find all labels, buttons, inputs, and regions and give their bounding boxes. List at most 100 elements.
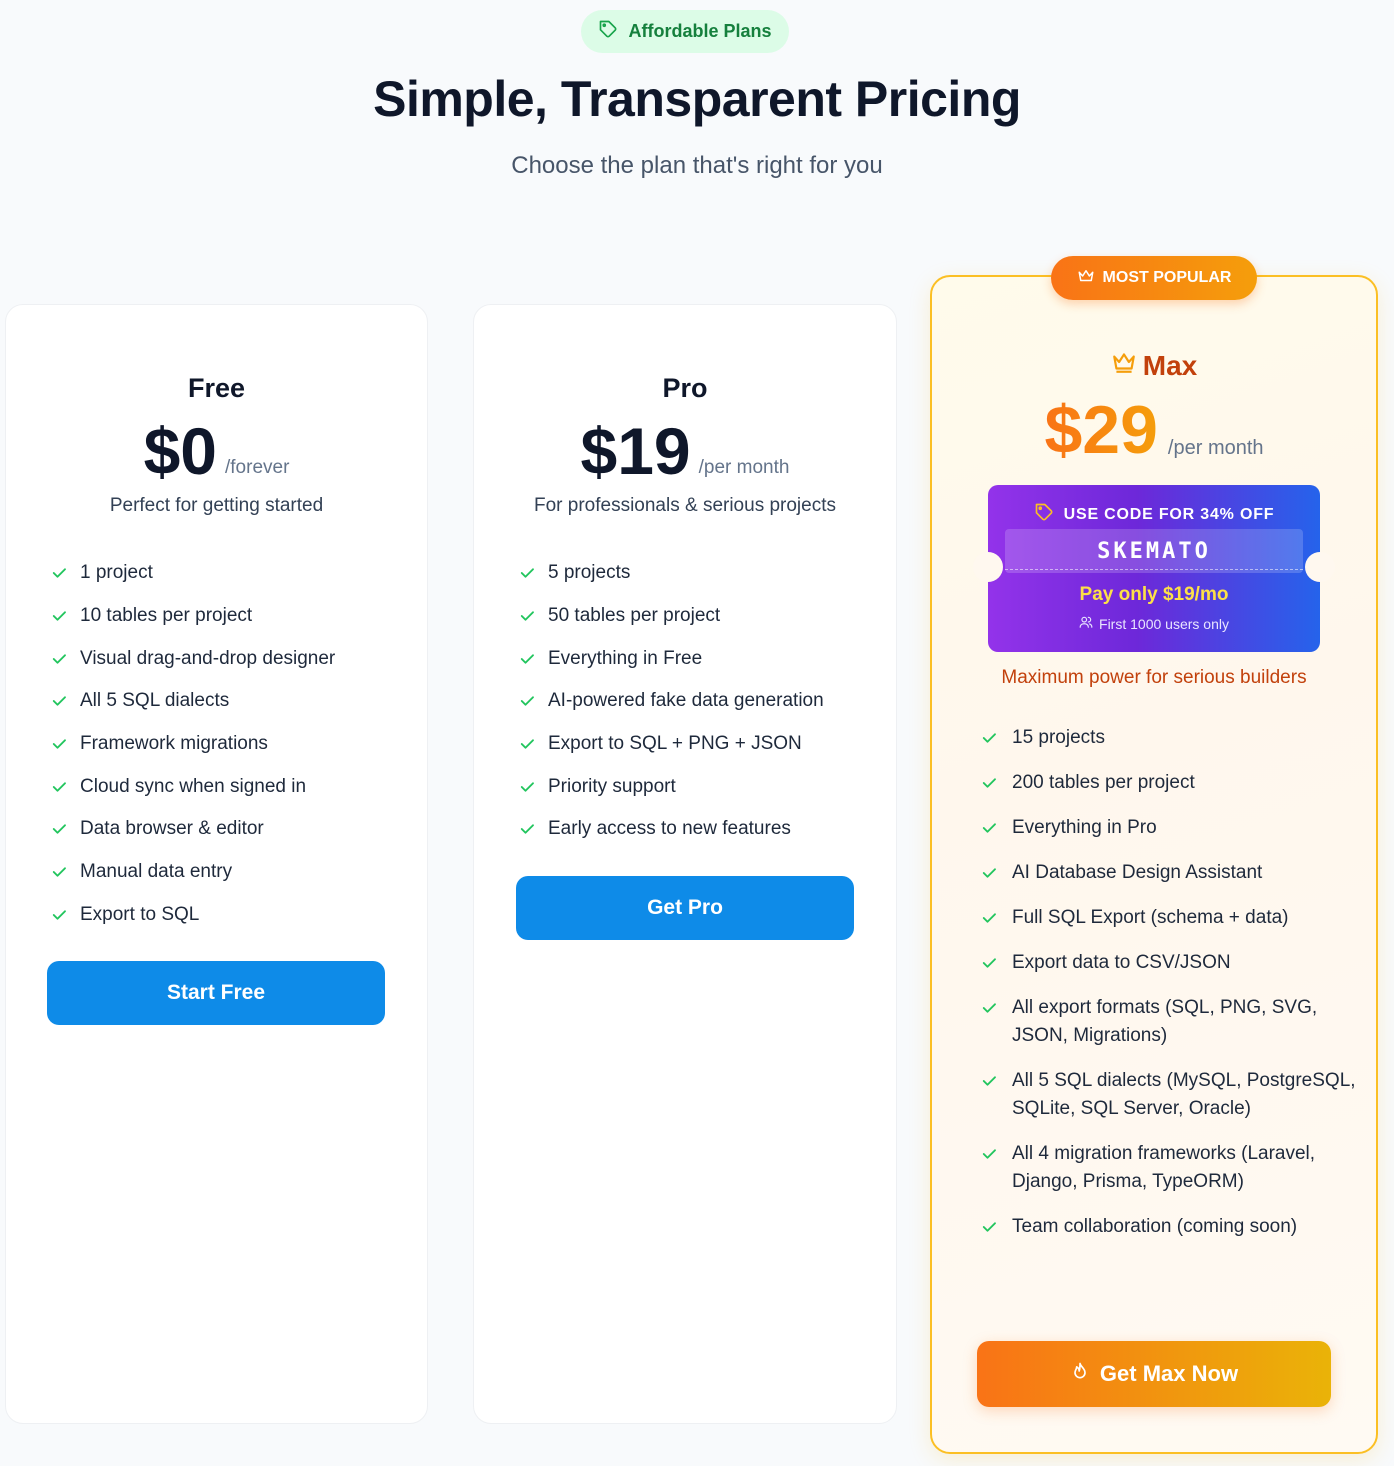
page-title: Simple, Transparent Pricing xyxy=(373,71,1021,127)
page-subtitle: Choose the plan that's right for you xyxy=(511,152,883,179)
check-icon xyxy=(982,1222,996,1232)
get-max-now-button[interactable]: Get Max Now xyxy=(977,1341,1331,1407)
plan-price: $0 xyxy=(143,414,217,488)
plan-name: Free xyxy=(187,373,246,403)
coupon-notch xyxy=(973,552,1003,582)
affordable-plans-badge: Affordable Plans xyxy=(581,10,789,53)
feature-item: 5 projects xyxy=(518,552,876,595)
plan-description: Perfect for getting started xyxy=(109,495,324,516)
plan-description: For professionals & serious projects xyxy=(533,495,836,516)
feature-text: 200 tables per project xyxy=(1012,772,1195,793)
check-icon xyxy=(52,696,66,707)
crown-icon xyxy=(1111,349,1137,382)
feature-text: Team collaboration (coming soon) xyxy=(1012,1216,1298,1237)
check-icon xyxy=(52,654,66,664)
feature-item: Team collaboration (coming soon) xyxy=(980,1213,1358,1241)
feature-item: Everything in Free xyxy=(518,637,876,680)
coupon-headline-row: USE CODE FOR 34% OFF xyxy=(988,502,1320,527)
feature-text: AI Database Design Assistant xyxy=(1012,862,1263,883)
feature-text: Priority support xyxy=(548,775,676,797)
check-icon xyxy=(982,1076,996,1086)
plan-name: Pro xyxy=(662,373,708,403)
feature-text: AI-powered fake data generation xyxy=(548,690,824,712)
feature-text: 15 projects xyxy=(1012,727,1105,748)
feature-text: Manual data entry xyxy=(80,861,233,883)
check-icon xyxy=(520,568,534,579)
feature-text: Export to SQL xyxy=(80,903,200,925)
feature-item: Priority support xyxy=(518,765,876,808)
plan-price: $29 xyxy=(1044,392,1158,468)
feature-text: All 5 SQL dialects (MySQL, PostgreSQL, S… xyxy=(1012,1070,1356,1119)
feature-list: 5 projects 50 tables per project Everyth… xyxy=(518,552,876,851)
feature-item: AI Database Design Assistant xyxy=(980,859,1358,887)
feature-text: Export data to CSV/JSON xyxy=(1012,952,1231,973)
get-pro-button[interactable]: Get Pro xyxy=(516,876,854,940)
coupon-note-row: First 1000 users only xyxy=(988,615,1320,632)
feature-item: Everything in Pro xyxy=(980,814,1358,842)
check-icon xyxy=(52,739,66,749)
most-popular-badge: MOST POPULAR xyxy=(1051,256,1257,300)
plan-name-row: Max xyxy=(932,349,1376,382)
feature-item: All export formats (SQL, PNG, SVG, JSON,… xyxy=(980,994,1358,1050)
plan-period: /per month xyxy=(1167,437,1264,459)
plan-period: /per month xyxy=(698,457,790,478)
feature-text: All 4 migration frameworks (Laravel, Dja… xyxy=(1012,1143,1316,1192)
feature-text: Everything in Free xyxy=(548,647,703,669)
feature-text: Visual drag-and-drop designer xyxy=(80,647,336,669)
get-max-now-label: Get Max Now xyxy=(1099,1361,1239,1386)
check-icon xyxy=(520,611,534,621)
badge-label: Affordable Plans xyxy=(628,21,772,41)
feature-text: Data browser & editor xyxy=(80,818,264,840)
feature-text: All 5 SQL dialects xyxy=(80,690,230,712)
check-icon xyxy=(982,733,996,743)
crown-icon xyxy=(1077,267,1095,290)
price-row: $0 /forever xyxy=(6,413,427,489)
coupon-code[interactable]: SKEMATO xyxy=(1005,529,1303,573)
feature-item: All 4 migration frameworks (Laravel, Dja… xyxy=(980,1140,1358,1196)
price-row: $19 /per month xyxy=(474,413,896,489)
check-icon xyxy=(52,782,66,792)
plan-name: Max xyxy=(1142,349,1198,381)
plan-price: $19 xyxy=(580,414,691,488)
feature-text: Everything in Pro xyxy=(1012,817,1157,838)
feature-item: All 5 SQL dialects xyxy=(50,680,407,723)
feature-item: Export to SQL + PNG + JSON xyxy=(518,723,876,766)
check-icon xyxy=(982,913,996,923)
feature-item: AI-powered fake data generation xyxy=(518,680,876,723)
feature-item: Data browser & editor xyxy=(50,808,407,851)
feature-item: Early access to new features xyxy=(518,808,876,851)
feature-item: Cloud sync when signed in xyxy=(50,765,407,808)
coupon-notch xyxy=(1305,552,1335,582)
check-icon xyxy=(520,739,534,749)
feature-text: 10 tables per project xyxy=(80,605,253,627)
feature-item: 10 tables per project xyxy=(50,595,407,638)
feature-item: Export to SQL xyxy=(50,894,407,937)
feature-text: 5 projects xyxy=(548,562,631,584)
check-icon xyxy=(52,824,66,835)
coupon-divider xyxy=(1005,569,1303,570)
plan-period: /forever xyxy=(225,457,290,478)
check-icon xyxy=(982,1003,996,1013)
feature-item: Export data to CSV/JSON xyxy=(980,949,1358,977)
check-icon xyxy=(520,654,534,664)
check-icon xyxy=(520,696,534,707)
check-icon xyxy=(982,823,996,833)
check-icon xyxy=(520,824,534,835)
plan-description: Maximum power for serious builders xyxy=(1001,667,1307,688)
feature-item: Framework migrations xyxy=(50,723,407,766)
check-icon xyxy=(520,782,534,792)
price-row: $29 /per month xyxy=(932,392,1376,468)
feature-text: All export formats (SQL, PNG, SVG, JSON,… xyxy=(1012,997,1318,1046)
check-icon xyxy=(52,611,66,621)
start-free-button[interactable]: Start Free xyxy=(47,961,385,1025)
tag-icon xyxy=(1034,502,1054,527)
most-popular-label: MOST POPULAR xyxy=(1102,269,1232,286)
feature-item: Visual drag-and-drop designer xyxy=(50,637,407,680)
tag-icon xyxy=(598,19,618,44)
feature-text: 50 tables per project xyxy=(548,605,721,627)
check-icon xyxy=(982,778,996,788)
feature-list: 1 project 10 tables per project Visual d… xyxy=(50,552,407,936)
feature-text: Full SQL Export (schema + data) xyxy=(1012,907,1289,928)
feature-item: 200 tables per project xyxy=(980,769,1358,797)
feature-list: 15 projects 200 tables per project Every… xyxy=(980,724,1358,1258)
